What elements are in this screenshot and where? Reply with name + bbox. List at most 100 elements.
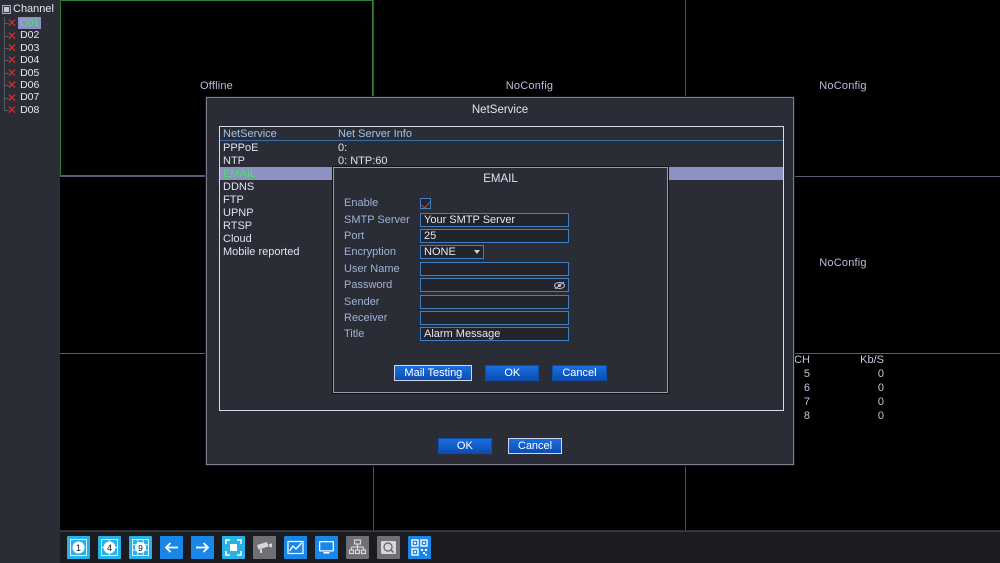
sidebar-item-d04[interactable]: ✕ D04	[0, 53, 60, 68]
arrow-right-icon[interactable]	[191, 536, 214, 559]
netservice-cancel-button[interactable]: Cancel	[507, 438, 563, 454]
video-cell-label: NoConfig	[819, 80, 867, 92]
video-cell-label: NoConfig	[819, 257, 867, 269]
sender-label: Sender	[344, 295, 380, 308]
username-label: User Name	[344, 262, 400, 275]
enable-label: Enable	[344, 197, 379, 210]
service-name: RTSP	[223, 219, 253, 232]
encryption-selected-value: NONE	[424, 246, 456, 259]
chevron-down-icon	[474, 250, 480, 255]
sidebar-item-d07[interactable]: ✕ D07	[0, 90, 60, 105]
collapse-icon[interactable]	[2, 4, 11, 14]
service-name: EMAIL	[223, 167, 257, 180]
red-x-icon: ✕	[7, 16, 18, 31]
service-name: UPNP	[223, 206, 254, 219]
sidebar-item-d01[interactable]: ✕ D01	[0, 16, 60, 31]
password-input[interactable]	[420, 278, 569, 293]
dvr-screen: Offline NoConfig NoConfig No NoConfig No	[0, 0, 1000, 563]
service-name: Mobile reported	[223, 245, 300, 258]
channel-tree-panel: Channel ✕ D01 ✕ D02 ✕ D03 ✕ D04 ✕ D05 ✕ …	[0, 0, 60, 530]
video-cell-label: NoConfig	[505, 80, 554, 92]
channel-label: D02	[20, 29, 40, 42]
taskbar: 1 4 9	[60, 531, 1000, 563]
channel-tree-header[interactable]: Channel	[0, 2, 60, 17]
channel-label: D03	[20, 41, 40, 54]
receiver-label: Receiver	[344, 311, 388, 324]
netservice-row-pppoe[interactable]: PPPoE 0:	[220, 141, 783, 154]
monitor-icon[interactable]	[315, 536, 338, 559]
camera-icon[interactable]	[253, 536, 276, 559]
smtp-server-label: SMTP Server	[344, 213, 410, 226]
red-x-icon: ✕	[7, 102, 18, 117]
qr-code-icon[interactable]	[408, 536, 431, 559]
sidebar-item-d05[interactable]: ✕ D05	[0, 66, 60, 80]
field-row-password: Password	[334, 277, 667, 293]
field-row-enable: Enable	[334, 195, 667, 211]
username-input[interactable]	[420, 261, 569, 276]
netservice-dialog-title: NetService	[471, 104, 529, 116]
email-ok-button[interactable]: OK	[485, 365, 540, 381]
netservice-row-ntp[interactable]: NTP 0: NTP:60	[220, 154, 783, 167]
column-header-info: Net Server Info	[338, 127, 412, 140]
service-name: FTP	[223, 193, 244, 206]
bandwidth-monitor: CH Kb/S 5 0 6 0 7 0 8 0	[790, 353, 920, 423]
eye-icon[interactable]	[554, 281, 565, 290]
service-name: NTP	[223, 154, 245, 167]
channel-label: D08	[20, 103, 40, 116]
email-dialog: EMAIL Enable SMTP Server Your SMTP Serve…	[333, 167, 668, 393]
channel-label: D07	[20, 91, 40, 104]
port-label: Port	[344, 229, 365, 242]
email-cancel-button[interactable]: Cancel	[552, 365, 607, 381]
service-info: 0: NTP:60	[338, 154, 388, 167]
enable-checkbox[interactable]	[420, 197, 431, 209]
arrow-left-icon[interactable]	[160, 536, 183, 559]
fullscreen-icon[interactable]	[222, 536, 245, 559]
red-x-icon: ✕	[7, 40, 18, 55]
channel-tree-title: Channel	[13, 3, 54, 15]
red-x-icon: ✕	[7, 90, 18, 105]
smtp-server-input[interactable]: Your SMTP Server	[420, 212, 569, 227]
field-row-sender: Sender	[334, 293, 667, 309]
field-row-receiver: Receiver	[334, 310, 667, 326]
table-row: 5 0	[790, 367, 890, 381]
sidebar-item-d08[interactable]: ✕ D08	[0, 102, 60, 117]
title-input[interactable]: Alarm Message	[420, 327, 569, 342]
hdd-search-icon[interactable]	[377, 536, 400, 559]
sidebar-item-d02[interactable]: ✕ D02	[0, 28, 60, 43]
field-row-smtp-server: SMTP Server Your SMTP Server	[334, 211, 667, 227]
sidebar-item-d03[interactable]: ✕ D03	[0, 40, 60, 55]
encryption-label: Encryption	[344, 246, 396, 259]
view-1-icon[interactable]: 1	[67, 536, 90, 559]
channel-label: D05	[20, 66, 40, 79]
netservice-ok-button[interactable]: OK	[437, 438, 492, 454]
view-9-icon[interactable]: 9	[129, 536, 152, 559]
sender-input[interactable]	[420, 294, 569, 309]
netservice-button-bar: OK Cancel	[207, 438, 793, 454]
chart-icon[interactable]	[284, 536, 307, 559]
field-row-encryption: Encryption NONE	[334, 244, 667, 260]
video-cell-label: Offline	[200, 80, 233, 92]
bandwidth-kbs: 0	[877, 368, 884, 380]
svg-text:1: 1	[76, 543, 81, 553]
bandwidth-kbs: 0	[877, 410, 884, 422]
table-row: 6 0	[790, 381, 890, 395]
title-label: Title	[344, 328, 365, 341]
port-input[interactable]: 25	[420, 228, 569, 243]
red-x-icon: ✕	[7, 53, 18, 68]
field-row-title: Title Alarm Message	[334, 326, 667, 342]
network-tree-icon[interactable]	[346, 536, 369, 559]
email-button-bar: Mail Testing OK Cancel	[334, 365, 667, 381]
encryption-select[interactable]: NONE	[420, 245, 484, 260]
channel-label: D06	[20, 78, 40, 91]
service-name: DDNS	[223, 180, 255, 193]
service-name: PPPoE	[223, 141, 259, 154]
bandwidth-kbs: 0	[877, 382, 884, 394]
bandwidth-table: CH Kb/S 5 0 6 0 7 0 8 0	[790, 353, 890, 423]
red-x-icon: ✕	[7, 78, 18, 93]
column-header-service: NetService	[223, 127, 277, 140]
red-x-icon: ✕	[7, 28, 18, 43]
mail-testing-button[interactable]: Mail Testing	[394, 365, 473, 381]
receiver-input[interactable]	[420, 310, 569, 325]
sidebar-item-d06[interactable]: ✕ D06	[0, 78, 60, 93]
view-4-icon[interactable]: 4	[98, 536, 121, 559]
